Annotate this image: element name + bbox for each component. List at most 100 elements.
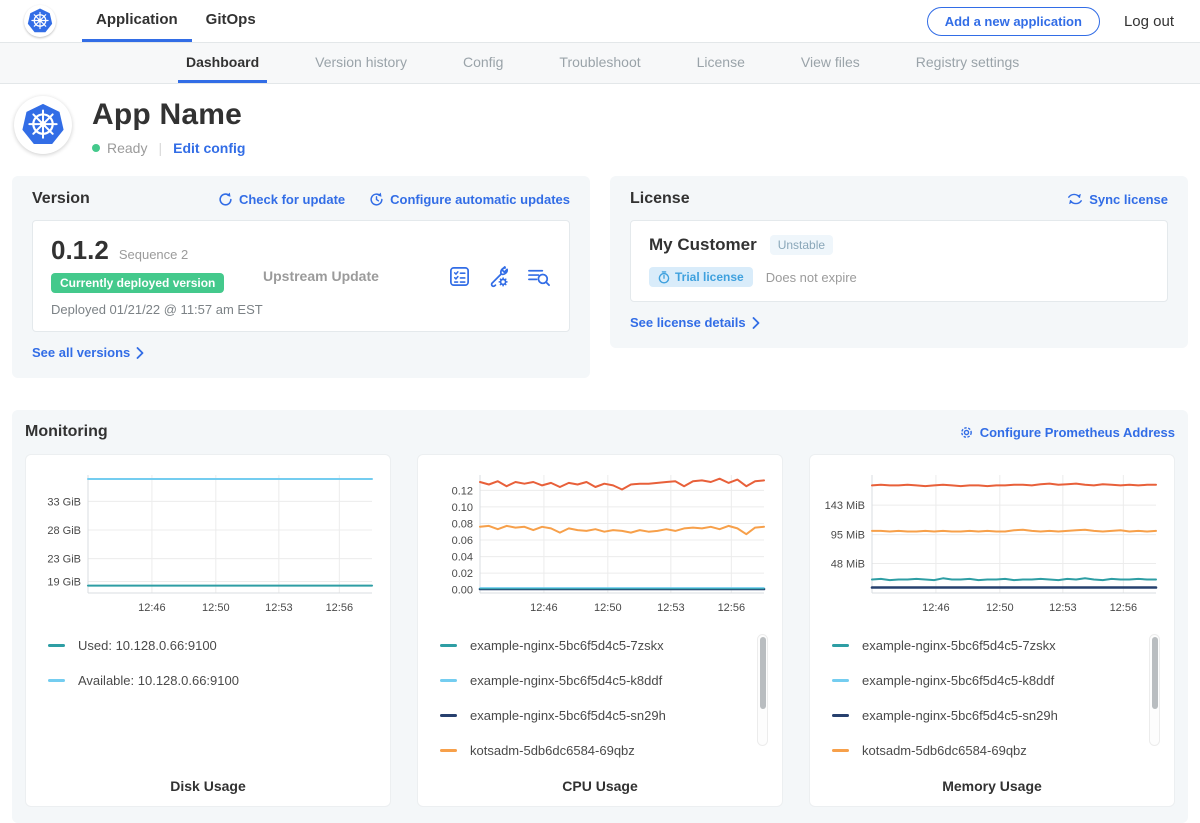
legend-item: example-nginx-5bc6f5d4c5-sn29h xyxy=(440,698,744,733)
trial-license-badge: Trial license xyxy=(649,267,753,287)
svg-text:12:46: 12:46 xyxy=(530,602,558,614)
svg-text:0.12: 0.12 xyxy=(452,485,473,497)
license-expiry: Does not expire xyxy=(766,270,857,285)
sync-license-link[interactable]: Sync license xyxy=(1067,192,1168,207)
legend-label: example-nginx-5bc6f5d4c5-sn29h xyxy=(862,708,1058,723)
page-title: App Name xyxy=(92,98,245,132)
monitoring-section: Monitoring Configure Prometheus Address … xyxy=(12,410,1188,823)
app-header: App Name Ready | Edit config xyxy=(0,84,1200,168)
monitoring-title: Monitoring xyxy=(25,423,108,441)
edit-config-link[interactable]: Edit config xyxy=(173,140,245,156)
subnav-tab-troubleshoot[interactable]: Troubleshoot xyxy=(551,43,648,83)
legend-label: example-nginx-5bc6f5d4c5-sn29h xyxy=(470,708,666,723)
legend-item: example-nginx-5bc6f5d4c5-k8ddf xyxy=(832,663,1136,698)
config-wrench-icon[interactable] xyxy=(487,265,510,288)
svg-text:0.04: 0.04 xyxy=(452,552,473,564)
status-divider: | xyxy=(158,140,162,156)
svg-text:28 GiB: 28 GiB xyxy=(47,525,81,537)
subnav-tab-dashboard[interactable]: Dashboard xyxy=(178,43,267,83)
cpu-usage-card: 12:4612:5012:5312:560.120.100.080.060.04… xyxy=(417,454,783,807)
nav-tab-application[interactable]: Application xyxy=(82,0,192,42)
legend-scrollbar-thumb[interactable] xyxy=(1152,637,1158,709)
legend-label: kotsadm-5db6dc6584-69qbz xyxy=(862,743,1027,758)
legend-swatch xyxy=(440,714,457,717)
legend-label: example-nginx-5bc6f5d4c5-k8ddf xyxy=(862,673,1054,688)
legend-item: example-nginx-5bc6f5d4c5-sn29h xyxy=(832,698,1136,733)
cpu-usage-legend: example-nginx-5bc6f5d4c5-7zskxexample-ng… xyxy=(440,628,772,768)
version-number: 0.1.2 xyxy=(51,235,109,266)
app-subnav: Dashboard Version history Config Troublesho… xyxy=(0,42,1200,84)
subnav-tab-version-history[interactable]: Version history xyxy=(307,43,415,83)
refresh-icon xyxy=(218,192,233,207)
subnav-tab-registry-settings[interactable]: Registry settings xyxy=(908,43,1027,83)
svg-text:12:53: 12:53 xyxy=(265,602,293,614)
svg-text:12:56: 12:56 xyxy=(1110,602,1138,614)
chart-title-cpu: CPU Usage xyxy=(428,768,772,794)
svg-text:12:50: 12:50 xyxy=(202,602,230,614)
legend-scrollbar-thumb[interactable] xyxy=(760,637,766,709)
svg-text:12:53: 12:53 xyxy=(1049,602,1077,614)
status-text: Ready xyxy=(107,140,147,156)
legend-swatch xyxy=(440,749,457,752)
legend-scrollbar[interactable] xyxy=(1149,634,1160,746)
legend-item: Available: 10.128.0.66:9100 xyxy=(48,663,352,698)
deployed-badge: Currently deployed version xyxy=(51,273,224,293)
svg-text:23 GiB: 23 GiB xyxy=(47,554,81,566)
nav-tab-gitops[interactable]: GitOps xyxy=(192,0,270,42)
legend-item: example-nginx-5bc6f5d4c5-7zskx xyxy=(832,628,1136,663)
svg-text:0.02: 0.02 xyxy=(452,568,473,580)
svg-text:143 MiB: 143 MiB xyxy=(825,500,865,512)
version-sequence: Sequence 2 xyxy=(119,247,188,262)
legend-label: Available: 10.128.0.66:9100 xyxy=(78,673,239,688)
svg-text:12:53: 12:53 xyxy=(657,602,685,614)
legend-label: kotsadm-5db6dc6584-69qbz xyxy=(470,743,635,758)
file-diff-icon[interactable] xyxy=(526,265,551,288)
timer-icon xyxy=(658,271,670,284)
configure-prometheus-link[interactable]: Configure Prometheus Address xyxy=(959,425,1175,440)
app-avatar-kubernetes-icon xyxy=(14,96,72,154)
memory-usage-legend: example-nginx-5bc6f5d4c5-7zskx example-ng… xyxy=(832,628,1164,768)
disk-usage-card: 12:4612:5012:5312:5633 GiB28 GiB23 GiB19… xyxy=(25,454,391,807)
svg-text:33 GiB: 33 GiB xyxy=(47,496,81,508)
legend-item: kotsadm-5db6dc6584-69qbz xyxy=(440,733,744,768)
legend-swatch xyxy=(832,644,849,647)
legend-label: Used: 10.128.0.66:9100 xyxy=(78,638,217,653)
configure-automatic-updates-link[interactable]: Configure automatic updates xyxy=(369,192,570,207)
customer-name: My Customer xyxy=(649,235,757,255)
subnav-tab-config[interactable]: Config xyxy=(455,43,511,83)
subnav-tab-license[interactable]: License xyxy=(689,43,753,83)
svg-text:0.08: 0.08 xyxy=(452,518,473,530)
svg-text:12:46: 12:46 xyxy=(138,602,166,614)
legend-item: Used: 10.128.0.66:9100 xyxy=(48,628,352,663)
legend-swatch xyxy=(832,679,849,682)
sync-icon xyxy=(1067,192,1083,206)
version-card-title: Version xyxy=(32,190,90,208)
svg-text:0.06: 0.06 xyxy=(452,535,473,547)
disk-usage-chart: 12:4612:5012:5312:5633 GiB28 GiB23 GiB19… xyxy=(36,467,380,624)
svg-text:0.10: 0.10 xyxy=(452,502,473,514)
check-for-update-link[interactable]: Check for update xyxy=(218,192,345,207)
license-card-title: License xyxy=(630,190,690,208)
logout-button[interactable]: Log out xyxy=(1124,13,1174,30)
legend-item: kotsadm-5db6dc6584-69qbz xyxy=(832,733,1136,768)
legend-item: example-nginx-5bc6f5d4c5-k8ddf xyxy=(440,663,744,698)
legend-swatch xyxy=(832,749,849,752)
see-license-details-link[interactable]: See license details xyxy=(630,315,760,330)
ready-dot xyxy=(92,144,100,152)
chart-title-disk: Disk Usage xyxy=(36,768,380,794)
memory-usage-card: 12:4612:5012:5312:56143 MiB95 MiB48 MiB … xyxy=(809,454,1175,807)
chart-title-memory: Memory Usage xyxy=(820,768,1164,794)
gear-icon xyxy=(959,425,974,440)
preflight-checklist-icon[interactable] xyxy=(448,265,471,288)
legend-swatch xyxy=(832,714,849,717)
svg-text:12:50: 12:50 xyxy=(986,602,1014,614)
subnav-tab-view-files[interactable]: View files xyxy=(793,43,868,83)
legend-label: example-nginx-5bc6f5d4c5-k8ddf xyxy=(470,673,662,688)
chevron-right-icon xyxy=(136,347,144,359)
add-application-button[interactable]: Add a new application xyxy=(927,7,1100,36)
chevron-right-icon xyxy=(752,317,760,329)
legend-swatch xyxy=(48,644,65,647)
see-all-versions-link[interactable]: See all versions xyxy=(32,345,144,360)
legend-scrollbar[interactable] xyxy=(757,634,768,746)
current-version-panel: 0.1.2 Sequence 2 Currently deployed vers… xyxy=(32,220,570,332)
